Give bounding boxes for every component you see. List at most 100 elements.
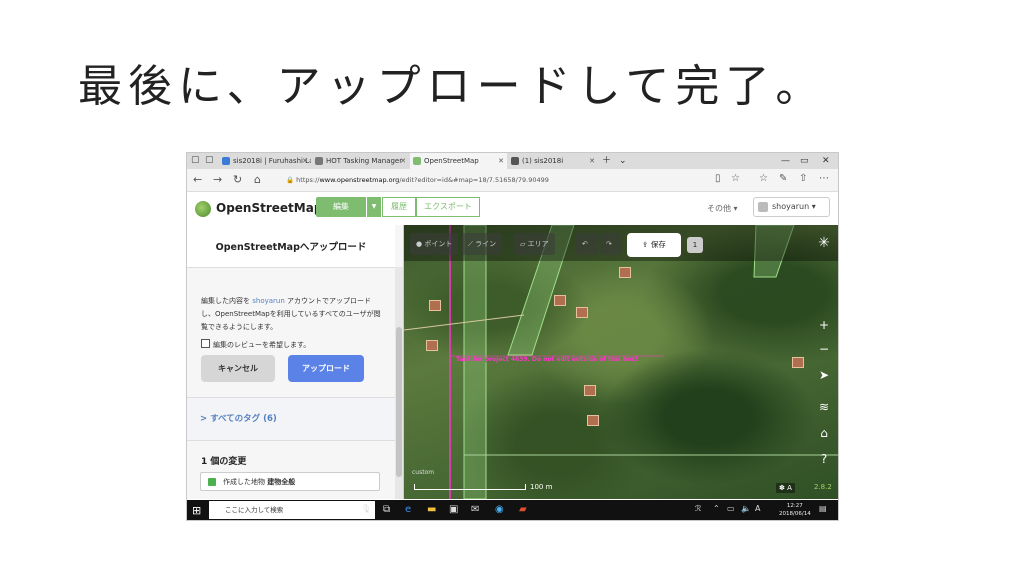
sidebar-scrollbar[interactable]	[395, 267, 403, 499]
edit-dropdown-icon[interactable]: ▼	[367, 197, 381, 217]
tab-sis2018i-fb[interactable]: (1) sis2018i ✕	[508, 153, 598, 169]
tab-label: (1) sis2018i	[522, 157, 564, 165]
zoom-out-icon[interactable]: −	[814, 339, 834, 359]
chrome-icon[interactable]: ◉	[495, 504, 504, 515]
reading-view-icon[interactable]: ▯	[715, 173, 721, 184]
msg-text: 編集した内容を	[201, 297, 253, 305]
explorer-icon[interactable]: ▬	[427, 504, 436, 515]
chevron-down-icon[interactable]: ⌄	[619, 153, 627, 169]
tray-chevron-icon[interactable]: ⌃	[713, 504, 720, 513]
building-footprint[interactable]	[584, 385, 596, 396]
building-footprint[interactable]	[619, 267, 631, 278]
user-name: shoyarun	[772, 202, 810, 211]
share-icon[interactable]: ⇧	[799, 173, 807, 184]
tab-sis2018i[interactable]: sis2018i | Furuhashi Lab Sla ✕	[219, 153, 311, 169]
scroll-thumb[interactable]	[396, 327, 402, 477]
minimize-icon[interactable]: —	[781, 153, 790, 169]
task-boundary-label: Task for project 4639. Do not edit outsi…	[456, 356, 638, 363]
save-button[interactable]: ⇪ 保存	[627, 233, 681, 257]
forward-icon[interactable]: →	[213, 173, 222, 186]
map-canvas[interactable]: ● ポイント ⟋ ライン ▱ エリア ↶ ↷ ⇪ 保存 1 ✳ Task for…	[404, 225, 838, 499]
more-icon[interactable]: ⋯	[819, 173, 829, 184]
new-tab-icon[interactable]: ＋	[602, 153, 611, 169]
undo-icon[interactable]: ↶	[576, 233, 598, 255]
user-menu[interactable]: shoyarun ▾	[753, 197, 830, 217]
map-data-icon[interactable]: ⌂	[814, 423, 834, 443]
building-footprint[interactable]	[554, 295, 566, 306]
powerpoint-icon[interactable]: ▰	[519, 504, 527, 515]
building-footprint[interactable]	[426, 340, 438, 351]
user-link[interactable]: shoyarun	[252, 297, 285, 305]
history-button[interactable]: 履歴	[382, 197, 416, 217]
clock-date: 2018/06/14	[779, 511, 811, 517]
close-icon[interactable]: ✕	[400, 153, 406, 169]
area-tool[interactable]: ▱ エリア	[514, 233, 555, 255]
ime-indicator[interactable]: A	[755, 504, 760, 513]
refresh-icon[interactable]: ↻	[233, 173, 242, 186]
building-footprint[interactable]	[429, 300, 441, 311]
maximize-icon[interactable]: ▭	[800, 153, 809, 169]
close-window-icon[interactable]: ✕	[822, 153, 830, 169]
close-icon[interactable]: ✕	[498, 153, 504, 169]
tool-label: ポイント	[424, 240, 453, 248]
edge-icon[interactable]: e	[405, 504, 411, 515]
scale-label: 100 m	[530, 483, 553, 491]
close-icon[interactable]: ✕	[302, 153, 308, 169]
scale-line	[414, 484, 526, 490]
change-name: 建物全般	[267, 478, 296, 486]
help-icon[interactable]: ?	[814, 449, 834, 469]
review-checkbox-row[interactable]: 編集のレビューを希望します。	[201, 339, 310, 350]
osm-site-name[interactable]: OpenStreetMap	[216, 201, 322, 215]
windows-taskbar: ⊞ ここに入力して検索 🎙 ⧉ e ▬ ▣ ✉ ◉ ▰ ℛ ⌃ ▭ 🔈 A 12…	[187, 500, 838, 520]
tab-openstreetmap[interactable]: OpenStreetMap ✕	[410, 153, 507, 169]
favicon	[511, 157, 519, 165]
home-icon[interactable]: ⌂	[254, 173, 261, 186]
store-icon[interactable]: ▣	[449, 504, 458, 515]
building-footprint[interactable]	[576, 307, 588, 318]
point-tool[interactable]: ● ポイント	[410, 233, 459, 255]
close-icon[interactable]: ✕	[589, 153, 595, 169]
building-footprint[interactable]	[587, 415, 599, 426]
review-checkbox[interactable]	[201, 339, 210, 348]
taskbar-clock[interactable]: 12:27 2018/06/14	[779, 502, 811, 518]
mail-icon[interactable]: ✉	[471, 504, 479, 515]
sidebar-header: OpenStreetMapへアップロード	[187, 225, 395, 268]
language-icon[interactable]: ✽ A	[776, 483, 795, 493]
cancel-button[interactable]: キャンセル	[201, 355, 275, 382]
geolocate-icon[interactable]: ➤	[814, 365, 834, 385]
all-tags-toggle[interactable]: > すべてのタグ (6)	[200, 412, 277, 424]
notification-icon[interactable]: ▤	[819, 504, 827, 513]
upload-button[interactable]: アップロード	[288, 355, 364, 382]
tab-aside-icon[interactable]: ▢	[205, 155, 214, 165]
edit-count-badge: 1	[687, 237, 703, 253]
url-field[interactable]: 🔒 https://www.openstreetmap.org/edit?edi…	[286, 173, 716, 187]
export-button[interactable]: エクスポート	[416, 197, 480, 217]
favorite-star-icon[interactable]: ☆	[731, 173, 740, 184]
redo-icon[interactable]: ↷	[600, 233, 622, 255]
volume-icon[interactable]: 🔈	[741, 504, 751, 513]
network-icon[interactable]: ▭	[727, 504, 735, 513]
url-path: /edit?editor=id&#map=18/7.51658/79.90499	[399, 176, 549, 184]
all-tags-section[interactable]: > すべてのタグ (6)	[187, 397, 395, 441]
favorites-hub-icon[interactable]: ☆	[759, 173, 768, 184]
building-footprint[interactable]	[792, 357, 804, 368]
tab-preview-icon[interactable]: ▢	[191, 155, 200, 165]
review-label: 編集のレビューを希望します。	[213, 341, 311, 349]
mic-icon[interactable]: 🎙	[361, 504, 371, 513]
layers-icon[interactable]: ≋	[814, 397, 834, 417]
favicon	[413, 157, 421, 165]
osm-logo-icon[interactable]	[195, 201, 211, 217]
back-icon[interactable]: ←	[193, 173, 202, 186]
line-tool[interactable]: ⟋ ライン	[462, 233, 503, 255]
task-view-icon[interactable]: ⧉	[383, 504, 390, 515]
windows-start-icon[interactable]: ⊞	[192, 504, 201, 517]
taskbar-search-input[interactable]: ここに入力して検索	[209, 501, 375, 519]
tool-label: ライン	[475, 240, 497, 248]
pen-icon[interactable]: ✎	[779, 173, 787, 184]
tab-hot-tasking[interactable]: HOT Tasking Manager ✕	[312, 153, 409, 169]
zoom-in-icon[interactable]: +	[814, 315, 834, 335]
people-icon[interactable]: ℛ	[695, 504, 701, 513]
change-item[interactable]: 作成した地物 建物全般	[200, 472, 380, 491]
edit-button[interactable]: 編集	[316, 197, 366, 217]
more-menu[interactable]: その他 ▾	[707, 203, 738, 214]
